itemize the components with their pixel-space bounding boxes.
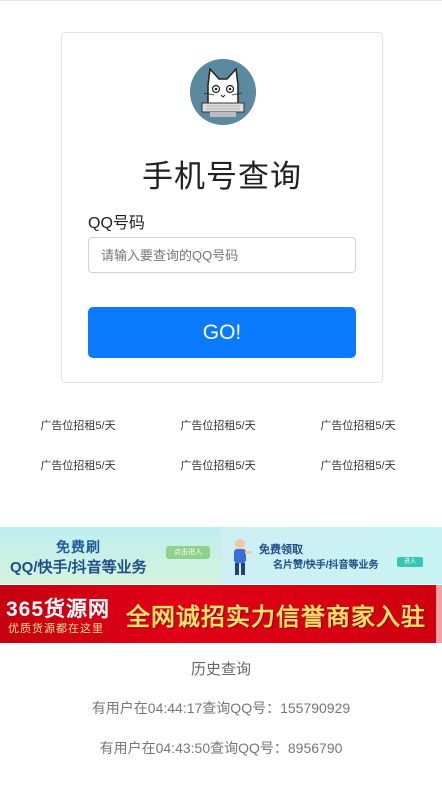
ad-slot-link[interactable]: 广告位招租5/天 <box>298 457 418 473</box>
promo-banner-bottom[interactable]: 365货源网 优质货源都在这里 全网诚招实力信誉商家入驻 <box>0 585 442 643</box>
ad-slot-link[interactable]: 广告位招租5/天 <box>158 417 278 433</box>
person-illustration-icon <box>234 539 252 575</box>
ad-row: 广告位招租5/天 广告位招租5/天 广告位招租5/天 <box>0 417 442 457</box>
promo-enter-button[interactable]: 点击进入 <box>166 546 210 559</box>
go-button[interactable]: GO! <box>88 307 356 358</box>
promo-right-tag[interactable]: 进入 <box>397 557 423 567</box>
qq-number-label: QQ号码 <box>88 215 145 232</box>
promo-right-subline: 名片赞/快手/抖音等业务 <box>273 560 379 571</box>
history-entry: 有用户在04:44:17查询QQ号：155790929 <box>91 700 351 716</box>
history-title: 历史查询 <box>190 661 251 678</box>
promo-left-subline: QQ/快手/抖音等业务 <box>10 559 147 576</box>
brand-slogan: 优质货源都在这里 <box>8 623 104 635</box>
qq-number-input[interactable] <box>88 237 356 273</box>
ad-slot-link[interactable]: 广告位招租5/天 <box>18 457 138 473</box>
promo-banner-top[interactable]: 免费刷 QQ/快手/抖音等业务 点击进入 免费领取 名片赞/快手/抖音等业务 进… <box>0 527 442 584</box>
ad-slot-link[interactable]: 广告位招租5/天 <box>298 417 418 433</box>
top-divider <box>0 0 442 1</box>
brand-logo-text: 365货源网 <box>6 598 111 621</box>
promo-banner-right[interactable]: 免费领取 名片赞/快手/抖音等业务 进入 <box>221 527 442 584</box>
cat-avatar-icon <box>190 59 256 125</box>
history-entry: 有用户在04:43:50查询QQ号：8956790 <box>99 740 343 756</box>
page-title: 手机号查询 <box>142 159 302 194</box>
ad-grid: 广告位招租5/天 广告位招租5/天 广告位招租5/天 广告位招租5/天 广告位招… <box>0 417 442 497</box>
query-card: 手机号查询 QQ号码 GO! <box>61 32 383 383</box>
ad-slot-link[interactable]: 广告位招租5/天 <box>158 457 278 473</box>
promo-left-headline: 免费刷 <box>56 539 101 555</box>
ad-row: 广告位招租5/天 广告位招租5/天 广告位招租5/天 <box>0 457 442 497</box>
ad-slot-link[interactable]: 广告位招租5/天 <box>18 417 138 433</box>
promo-right-headline: 免费领取 <box>259 544 303 556</box>
banner-headline: 全网诚招实力信誉商家入驻 <box>126 604 426 631</box>
promo-banner-left[interactable]: 免费刷 QQ/快手/抖音等业务 点击进入 <box>0 527 221 584</box>
banner-edge <box>436 585 442 643</box>
